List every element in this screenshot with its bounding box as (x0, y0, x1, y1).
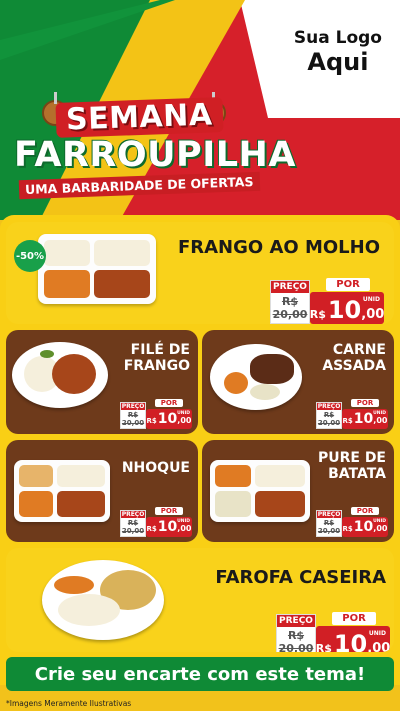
food-image (210, 460, 310, 522)
price-tag: PREÇO R$ 20,00 POR R$ 10 ,00 UNID (270, 278, 385, 324)
product-name: FAROFA CASEIRA (215, 567, 386, 588)
new-price: POR R$ 10 ,00 UNID (146, 507, 192, 537)
product-name: NHOQUE (121, 460, 190, 476)
product-card-farofa-caseira[interactable]: FAROFA CASEIRA PREÇO R$ 20,00 POR R$ 10 … (6, 548, 394, 652)
logo-line1: Sua Logo (293, 28, 382, 48)
product-card-carne-assada[interactable]: CARNE ASSADA PREÇO R$ 20,00 POR R$ 10 ,0… (202, 330, 394, 434)
price-tag: PREÇO R$ 20,00 POR R$ 10 ,00 UNID (316, 399, 388, 429)
title-semana: SEMANA (55, 97, 223, 138)
old-price: PREÇO R$ 20,00 (316, 402, 342, 429)
footer-disclaimer: *Imagens Meramente Ilustrativas (0, 694, 400, 711)
old-price: PREÇO R$ 20,00 (270, 280, 310, 324)
old-price: PREÇO R$ 20,00 (316, 510, 342, 537)
new-price: POR R$ 10 ,00 UNID (316, 612, 390, 652)
food-image (12, 342, 108, 408)
discount-badge: -50% (14, 240, 46, 272)
old-price: PREÇO R$ 20,00 (120, 402, 146, 429)
product-name: PURE DE BATATA (317, 450, 386, 483)
product-name: FRANGO AO MOLHO (177, 237, 380, 258)
header-banner: Sua Logo Aqui SEMANA FARROUPILHA UMA BAR… (0, 0, 400, 220)
product-card-file-de-frango[interactable]: FILÉ DE FRANGO PREÇO R$ 20,00 POR R$ 10 … (6, 330, 198, 434)
new-price: POR R$ 10 ,00 UNID (342, 507, 388, 537)
food-image (42, 560, 164, 640)
product-card-nhoque[interactable]: NHOQUE PREÇO R$ 20,00 POR R$ 10 ,00 UNID (6, 440, 198, 542)
product-name: CARNE ASSADA (322, 342, 386, 375)
store-logo[interactable]: Sua Logo Aqui (294, 28, 382, 76)
product-name: FILÉ DE FRANGO (123, 342, 190, 375)
food-image (14, 460, 110, 522)
cta-button[interactable]: Crie seu encarte com este tema! (6, 657, 394, 691)
title-farroupilha: FARROUPILHA (14, 135, 296, 175)
new-price: POR R$ 10 ,00 UNID (146, 399, 192, 429)
logo-line2: Aqui (307, 48, 369, 76)
product-card-pure-de-batata[interactable]: PURE DE BATATA PREÇO R$ 20,00 POR R$ 10 … (202, 440, 394, 542)
price-tag: PREÇO R$ 20,00 POR R$ 10 ,00 UNID (276, 612, 390, 652)
old-price: PREÇO R$ 20,00 (120, 510, 146, 537)
new-price: POR R$ 10 ,00 UNID (309, 278, 385, 324)
campaign-title: SEMANA FARROUPILHA UMA BARBARIDADE DE OF… (14, 97, 296, 200)
new-price: POR R$ 10 ,00 UNID (342, 399, 388, 429)
food-image (38, 234, 156, 304)
price-tag: PREÇO R$ 20,00 POR R$ 10 ,00 UNID (120, 507, 192, 537)
product-card-frango-ao-molho[interactable]: -50% FRANGO AO MOLHO PREÇO R$ 20,00 POR … (6, 222, 394, 324)
food-image (210, 344, 302, 410)
old-price: PREÇO R$ 20,00 (276, 614, 316, 652)
price-tag: PREÇO R$ 20,00 POR R$ 10 ,00 UNID (120, 399, 192, 429)
price-tag: PREÇO R$ 20,00 POR R$ 10 ,00 UNID (316, 507, 388, 537)
